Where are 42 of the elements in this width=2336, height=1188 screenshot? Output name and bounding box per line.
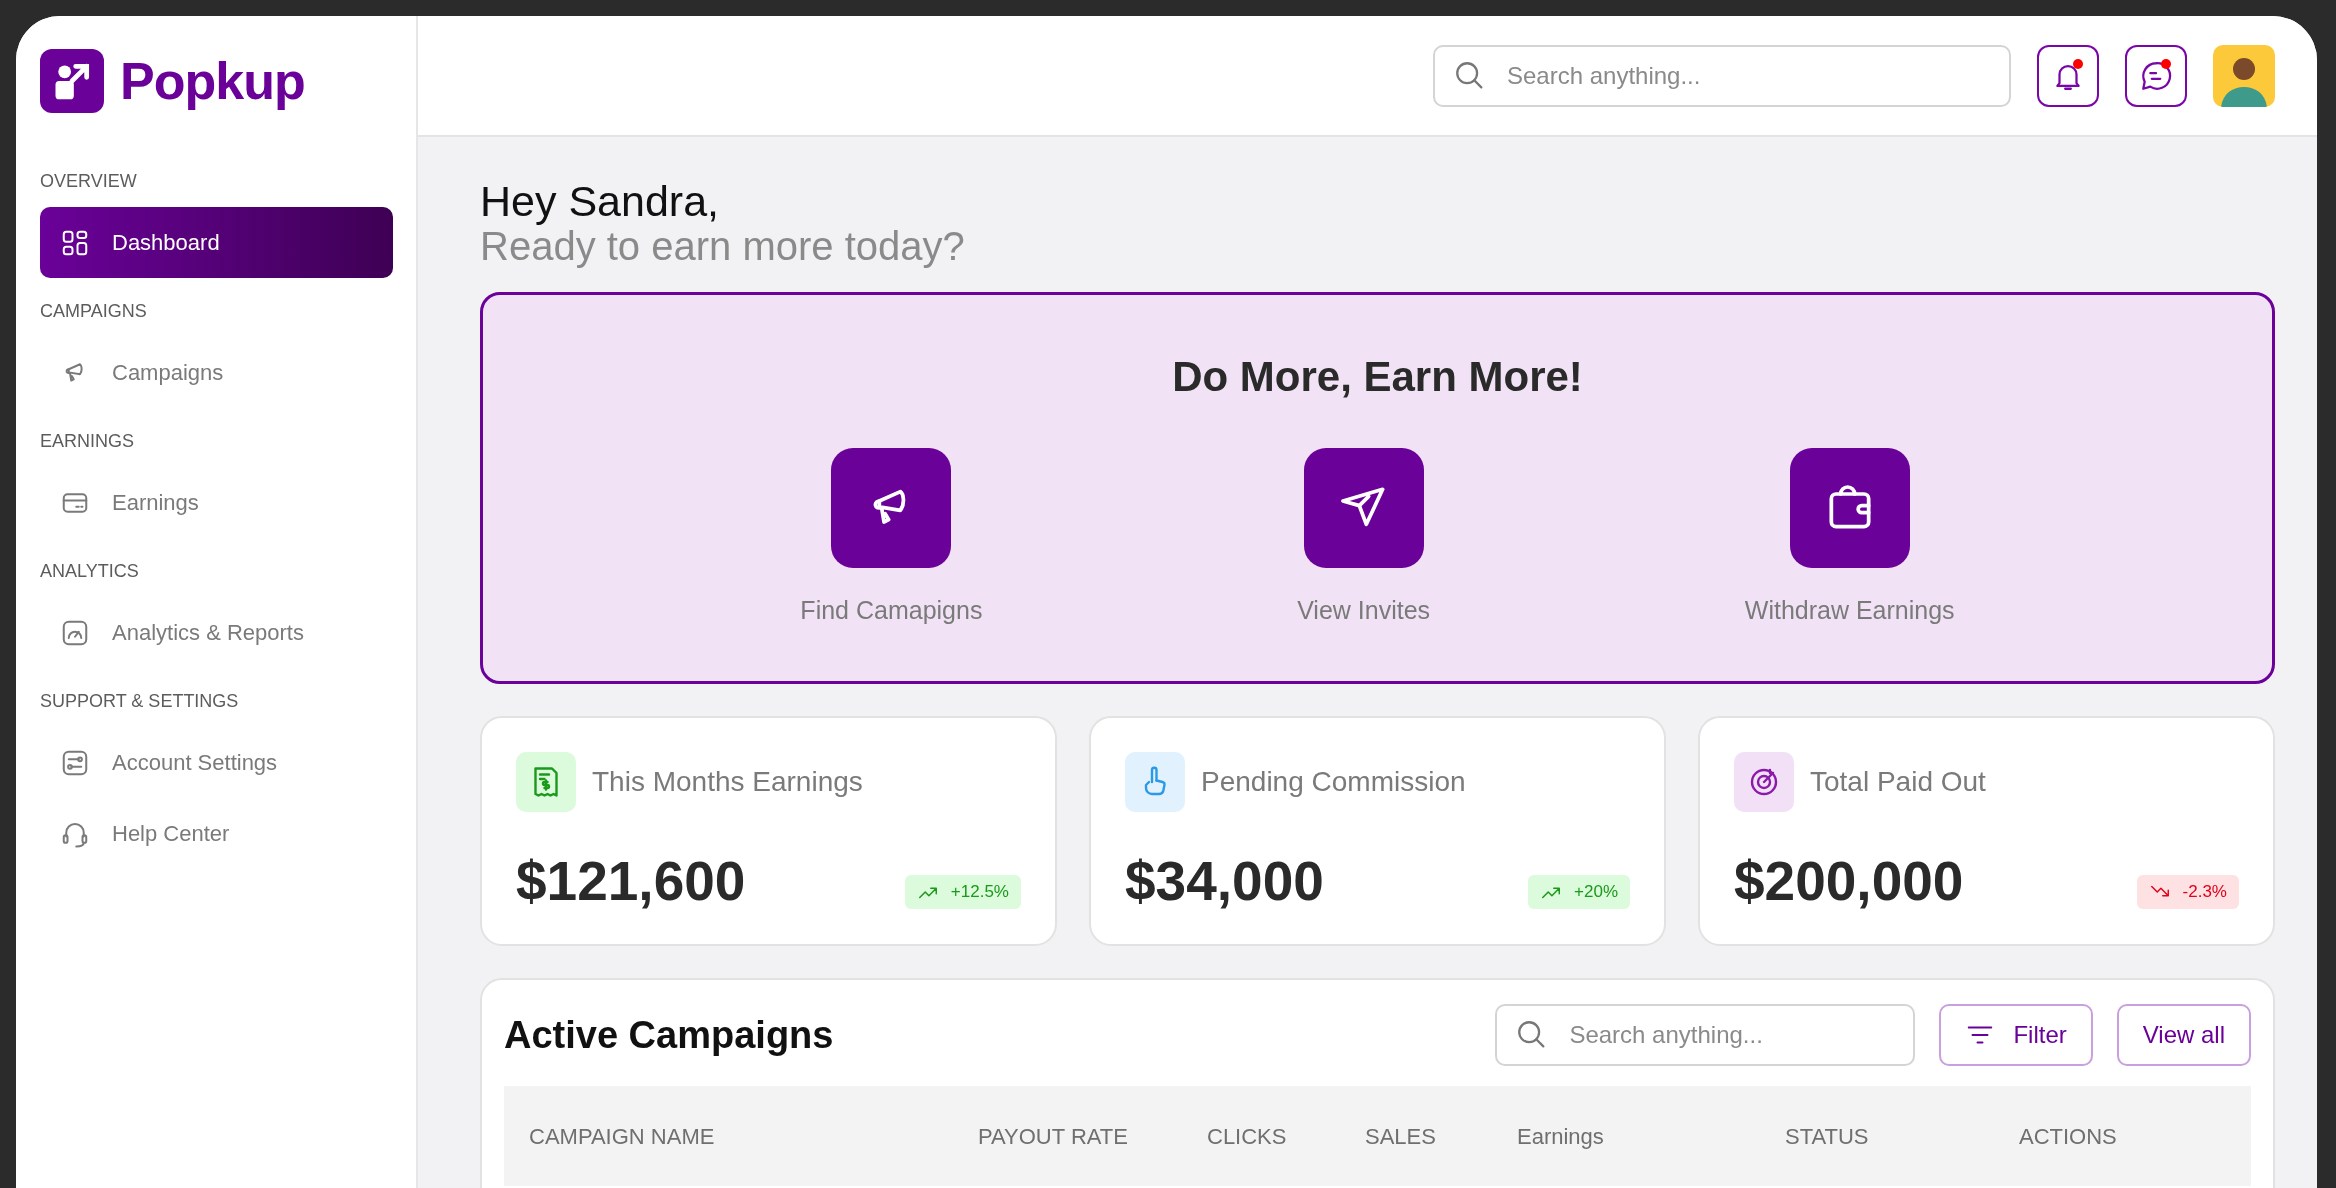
nav-item[interactable]: Account Settings	[40, 727, 393, 798]
nav-item[interactable]: Campaigns	[40, 337, 393, 408]
stat-label: Total Paid Out	[1810, 765, 1986, 800]
column-header: CAMPAIGN NAME	[529, 1122, 716, 1151]
action-button[interactable]: Withdraw Earnings	[1744, 448, 1955, 630]
column-header: ACTIONS	[2019, 1122, 2118, 1151]
notifications-button[interactable]	[2037, 44, 2099, 107]
greeting-subtitle: Ready to earn more today?	[480, 224, 966, 269]
logo-icon	[40, 49, 104, 113]
section-heading: OVERVIEW	[40, 170, 138, 193]
column-header: Earnings	[1517, 1122, 1605, 1151]
section-heading: CAMPAIGNS	[40, 300, 148, 323]
stat-value: $34,000	[1125, 849, 1324, 915]
greeting-title: Hey Sandra,	[480, 179, 721, 225]
stat-value: $121,600	[516, 849, 746, 915]
column-header: PAYOUT RATE	[978, 1122, 1129, 1151]
section-heading: SUPPORT & SETTINGS	[40, 690, 240, 713]
messages-button[interactable]	[2125, 44, 2187, 107]
nav-item[interactable]: Help Center	[40, 798, 393, 869]
table-title: Active Campaigns	[504, 1012, 834, 1058]
column-header: SALES	[1365, 1122, 1437, 1151]
change-badge: +20%	[1528, 875, 1630, 909]
stat-label: This Months Earnings	[592, 765, 863, 800]
banner-title: Do More, Earn More!	[1172, 352, 1583, 403]
stat-label: Pending Commission	[1201, 765, 1466, 800]
action-button[interactable]: Find Camapigns	[800, 448, 983, 630]
stat-value: $200,000	[1734, 849, 1964, 915]
nav-item[interactable]: Dashboard	[40, 207, 393, 278]
change-badge: +12.5%	[904, 875, 1021, 909]
avatar[interactable]	[2213, 44, 2275, 107]
change-badge: -2.3%	[2136, 875, 2239, 909]
section-heading: EARNINGS	[40, 430, 136, 453]
search-field[interactable]: Search anything...	[1433, 44, 2011, 107]
section-heading: ANALYTICS	[40, 560, 140, 583]
view-all-button[interactable]: View all	[2116, 1004, 2251, 1067]
brand-name: Popkup	[120, 51, 305, 112]
nav-item[interactable]: Earnings	[40, 467, 393, 538]
filter-button[interactable]: Filter	[1939, 1004, 2093, 1067]
nav-item[interactable]: Analytics & Reports	[40, 597, 393, 668]
column-header: CLICKS	[1207, 1122, 1288, 1151]
table-search-field[interactable]: Search anything...	[1495, 1004, 1916, 1067]
column-header: STATUS	[1785, 1122, 1870, 1151]
